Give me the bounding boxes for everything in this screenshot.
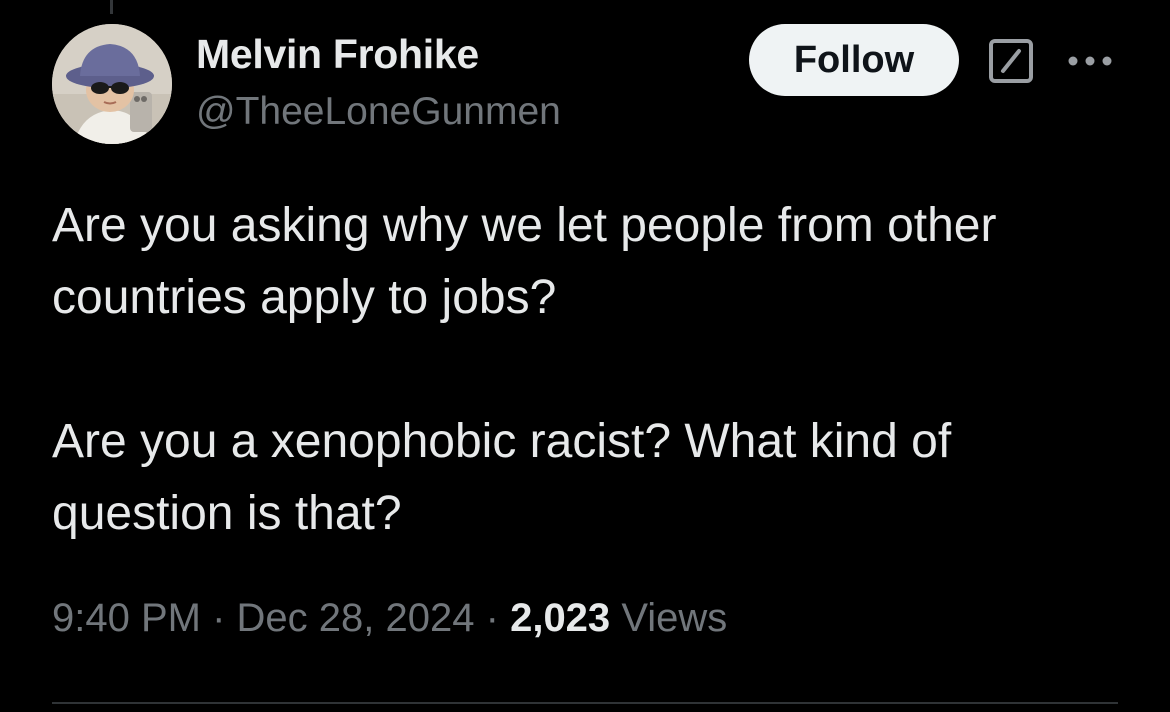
tweet-paragraph: Are you asking why we let people from ot… [52, 199, 997, 324]
grok-icon[interactable] [988, 38, 1034, 84]
tweet-time[interactable]: 9:40 PM [52, 596, 201, 640]
avatar-image [52, 24, 172, 144]
views-count: 2,023 [510, 596, 611, 640]
tweet-metadata: 9:40 PM · Dec 28, 2024 · 2,023 Views [52, 596, 727, 641]
thread-connector-line [110, 0, 113, 14]
divider [52, 702, 1118, 704]
meta-separator: · [212, 596, 226, 640]
more-options-icon[interactable] [1066, 52, 1114, 70]
views-label: Views [621, 596, 728, 640]
tweet-date[interactable]: Dec 28, 2024 [237, 596, 475, 640]
tweet-paragraph: Are you a xenophobic racist? What kind o… [52, 415, 952, 540]
tweet-text: Are you asking why we let people from ot… [52, 190, 1132, 550]
author-handle[interactable]: @TheeLoneGunmen [196, 90, 561, 134]
follow-button[interactable]: Follow [749, 24, 959, 96]
author-display-name[interactable]: Melvin Frohike [196, 31, 479, 78]
meta-separator: · [485, 596, 499, 640]
avatar[interactable] [52, 24, 172, 144]
